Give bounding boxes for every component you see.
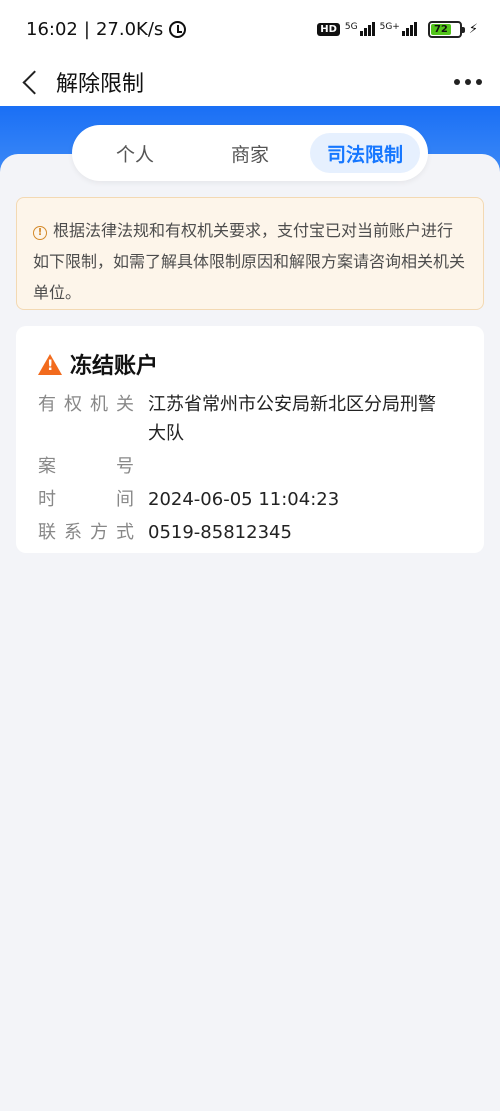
time-label: 时间	[38, 489, 134, 510]
segment-tabs: 个人 商家 司法限制	[72, 125, 428, 181]
detail-row-authority: 有权机关 江苏省常州市公安局新北区分局刑警大队	[38, 390, 464, 448]
notice-banner: ! 根据法律法规和有权机关要求，支付宝已对当前账户进行如下限制，如需了解具体限制原…	[16, 197, 484, 310]
status-right: HD 5G 5G+ 72 ⚡	[317, 20, 478, 38]
detail-row-contact: 联系方式 0519-85812345	[38, 518, 464, 547]
case-number-label: 案号	[38, 456, 134, 477]
more-menu-icon[interactable]	[454, 70, 482, 94]
authority-value: 江苏省常州市公安局新北区分局刑警大队	[148, 394, 436, 444]
tab-personal[interactable]: 个人	[80, 133, 190, 173]
battery-icon: 72	[427, 20, 465, 38]
time-value: 2024-06-05 11:04:23	[148, 489, 340, 510]
card-header: 冻结账户	[38, 346, 464, 382]
contact-label: 联系方式	[38, 522, 134, 543]
status-left: 16:02 | 27.0K/s	[26, 18, 187, 40]
case-number-value	[148, 452, 464, 481]
status-bar: 16:02 | 27.0K/s HD 5G 5G+ 72 ⚡	[0, 0, 500, 58]
sim2-network-label: 5G+	[379, 22, 400, 32]
page-title: 解除限制	[56, 72, 145, 97]
restriction-card: 冻结账户 有权机关 江苏省常州市公安局新北区分局刑警大队 案号 时间 2024-…	[16, 326, 484, 553]
back-button[interactable]	[8, 60, 52, 104]
warning-icon	[38, 353, 62, 375]
detail-row-case-number: 案号	[38, 452, 464, 481]
info-icon: !	[33, 226, 47, 240]
signal-icon-sim2: 5G+	[380, 22, 417, 36]
status-separator: |	[83, 18, 90, 40]
charging-icon: ⚡	[468, 21, 478, 37]
nav-bar: 解除限制	[0, 58, 500, 106]
restriction-title: 冻结账户	[70, 354, 159, 379]
sim1-network-label: 5G	[344, 22, 358, 32]
alarm-icon	[169, 20, 187, 38]
hd-badge: HD	[317, 22, 340, 36]
detail-rows: 有权机关 江苏省常州市公安局新北区分局刑警大队 案号 时间 2024-06-05…	[38, 390, 464, 547]
clock-time: 16:02	[26, 18, 78, 40]
authority-label: 有权机关	[38, 394, 134, 415]
contact-value[interactable]: 0519-85812345	[148, 518, 464, 547]
battery-level: 72	[430, 23, 452, 35]
tab-judicial[interactable]: 司法限制	[310, 133, 420, 173]
signal-icon-sim1: 5G	[345, 22, 375, 36]
detail-row-time: 时间 2024-06-05 11:04:23	[38, 485, 464, 514]
network-speed: 27.0K/s	[95, 18, 164, 40]
tab-merchant[interactable]: 商家	[195, 133, 305, 173]
notice-text: 根据法律法规和有权机关要求，支付宝已对当前账户进行如下限制，如需了解具体限制原因…	[33, 221, 466, 302]
